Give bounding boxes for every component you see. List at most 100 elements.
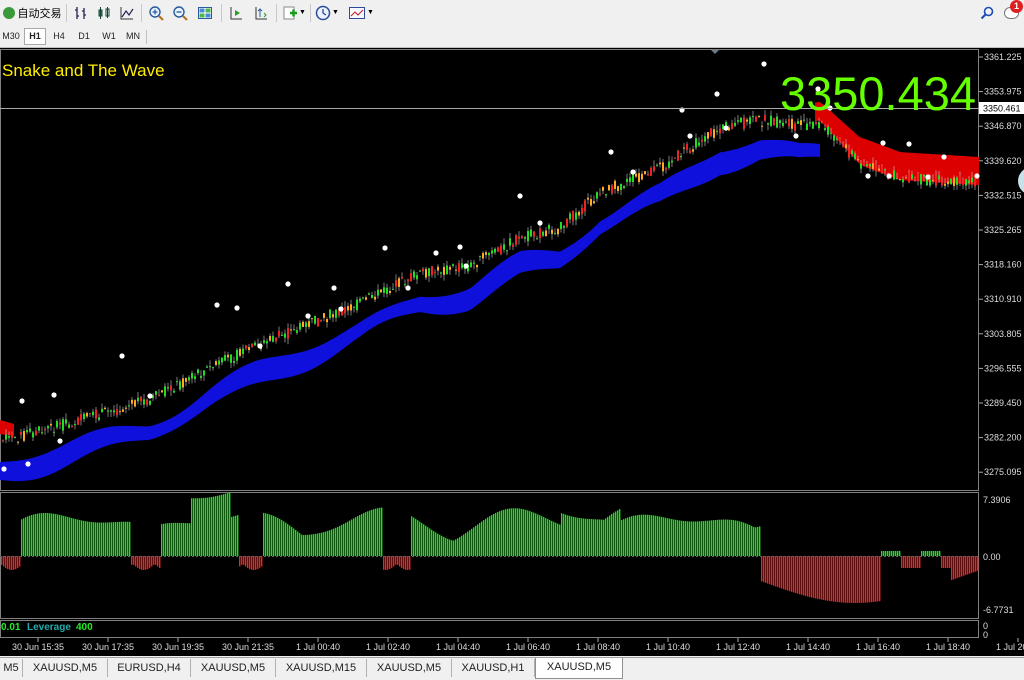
candle-body	[380, 289, 382, 293]
osc-bar	[817, 556, 819, 599]
auto-scroll-button[interactable]	[226, 3, 246, 22]
candle-body	[812, 121, 814, 129]
swing-dot	[941, 154, 947, 160]
price-label: 3310.910	[984, 294, 1022, 304]
price-chart[interactable]: Snake and The Wave 3350.434 0.01 Leverag…	[0, 48, 1024, 656]
osc-bar	[827, 556, 829, 601]
osc-bar	[627, 517, 629, 556]
osc-bar	[585, 518, 587, 556]
candle-body	[320, 320, 322, 322]
candle-body	[536, 238, 538, 240]
osc-bar	[773, 556, 775, 586]
osc-bar	[923, 551, 925, 556]
osc-bar	[647, 514, 649, 556]
tile-windows-button[interactable]	[195, 3, 215, 22]
osc-bar	[541, 516, 543, 556]
osc-bar	[17, 556, 19, 568]
price-label: 3332.515	[984, 190, 1022, 200]
osc-bar	[157, 556, 159, 567]
candle-body	[572, 210, 574, 222]
osc-bar	[945, 556, 947, 568]
chart-canvas[interactable]: Snake and The Wave 3350.434 0.01 Leverag…	[0, 48, 1024, 656]
osc-bar	[59, 514, 61, 556]
chart-tab[interactable]: XAUUSD,M15	[276, 659, 367, 677]
osc-bar	[943, 556, 945, 568]
candle-body	[971, 177, 973, 183]
periods-dropdown-button[interactable]: ▼	[313, 3, 341, 22]
osc-bar	[877, 556, 879, 602]
osc-bar	[743, 522, 745, 556]
timeframe-mn[interactable]: MN	[122, 29, 144, 44]
osc-bar	[187, 523, 189, 556]
bar-chart-button[interactable]	[71, 3, 91, 22]
candle-body	[227, 354, 229, 358]
chart-tab[interactable]: M5	[0, 659, 23, 677]
candle-body	[560, 222, 562, 230]
timeframe-m30[interactable]: M30	[0, 29, 22, 44]
osc-bar	[287, 524, 289, 556]
time-label: 1 Jul 00:40	[296, 642, 340, 652]
time-label: 30 Jun 15:35	[12, 642, 64, 652]
osc-bar	[257, 556, 259, 569]
candle-body	[224, 355, 226, 361]
osc-bar	[963, 556, 965, 576]
auto-scroll-icon	[230, 6, 242, 19]
osc-bar	[349, 520, 351, 556]
zoom-in-button[interactable]	[146, 3, 166, 22]
osc-bar	[163, 523, 165, 556]
notifications-button[interactable]: 1	[1000, 0, 1023, 22]
osc-bar	[533, 512, 535, 556]
chart-tab-active[interactable]: XAUUSD,M5	[535, 658, 623, 679]
time-label: 1 Jul 08:40	[576, 642, 620, 652]
osc-bar	[267, 513, 269, 556]
candle-body	[287, 328, 289, 339]
osc-bar	[593, 519, 595, 556]
candle-body	[143, 399, 145, 405]
timeframe-h1[interactable]: H1	[24, 28, 46, 45]
candle-body	[671, 160, 673, 163]
chart-shift-marker[interactable]	[711, 50, 719, 54]
swing-dot	[714, 91, 720, 97]
candle-body	[818, 122, 820, 129]
candle-body	[35, 430, 37, 436]
swing-dot	[880, 140, 886, 146]
chart-tab[interactable]: XAUUSD,M5	[23, 659, 108, 677]
candle-body	[65, 419, 67, 424]
chart-tab[interactable]: EURUSD,H4	[108, 659, 191, 677]
zoom-out-button[interactable]	[170, 3, 190, 22]
candle-body	[575, 212, 577, 220]
swing-dot	[57, 438, 63, 444]
candle-body	[605, 194, 607, 196]
osc-bar	[521, 508, 523, 556]
candlestick-chart-button[interactable]	[94, 3, 114, 22]
indicators-dropdown-button[interactable]: ▼	[280, 3, 308, 22]
osc-bar	[621, 520, 623, 556]
candle-body	[119, 411, 121, 413]
osc-bar	[103, 522, 105, 556]
osc-bar	[3, 556, 5, 567]
timeframe-w1[interactable]: W1	[98, 29, 120, 44]
candle-body	[974, 179, 976, 187]
timeframe-d1[interactable]: D1	[73, 29, 95, 44]
candle-body	[530, 229, 532, 237]
chart-tab[interactable]: XAUUSD,H1	[452, 659, 535, 677]
candle-body	[176, 381, 178, 383]
osc-bar	[333, 528, 335, 556]
candle-body	[881, 166, 883, 173]
auto-trading-button[interactable]: 自动交易	[1, 3, 63, 22]
osc-bar	[93, 522, 95, 556]
line-chart-button[interactable]	[117, 3, 137, 22]
templates-dropdown-button[interactable]: ▼	[346, 3, 376, 22]
chart-tab[interactable]: XAUUSD,M5	[367, 659, 452, 677]
candle-body	[947, 181, 949, 185]
osc-bar	[109, 522, 111, 556]
search-button[interactable]	[978, 3, 996, 22]
timeframe-h4[interactable]: H4	[48, 29, 70, 44]
chart-tab[interactable]: XAUUSD,M5	[191, 659, 276, 677]
chart-shift-button[interactable]	[251, 3, 271, 22]
osc-bar	[207, 497, 209, 556]
osc-bar	[13, 556, 15, 570]
osc-bar	[25, 517, 27, 556]
osc-bar	[805, 556, 807, 596]
candle-body	[290, 329, 292, 331]
